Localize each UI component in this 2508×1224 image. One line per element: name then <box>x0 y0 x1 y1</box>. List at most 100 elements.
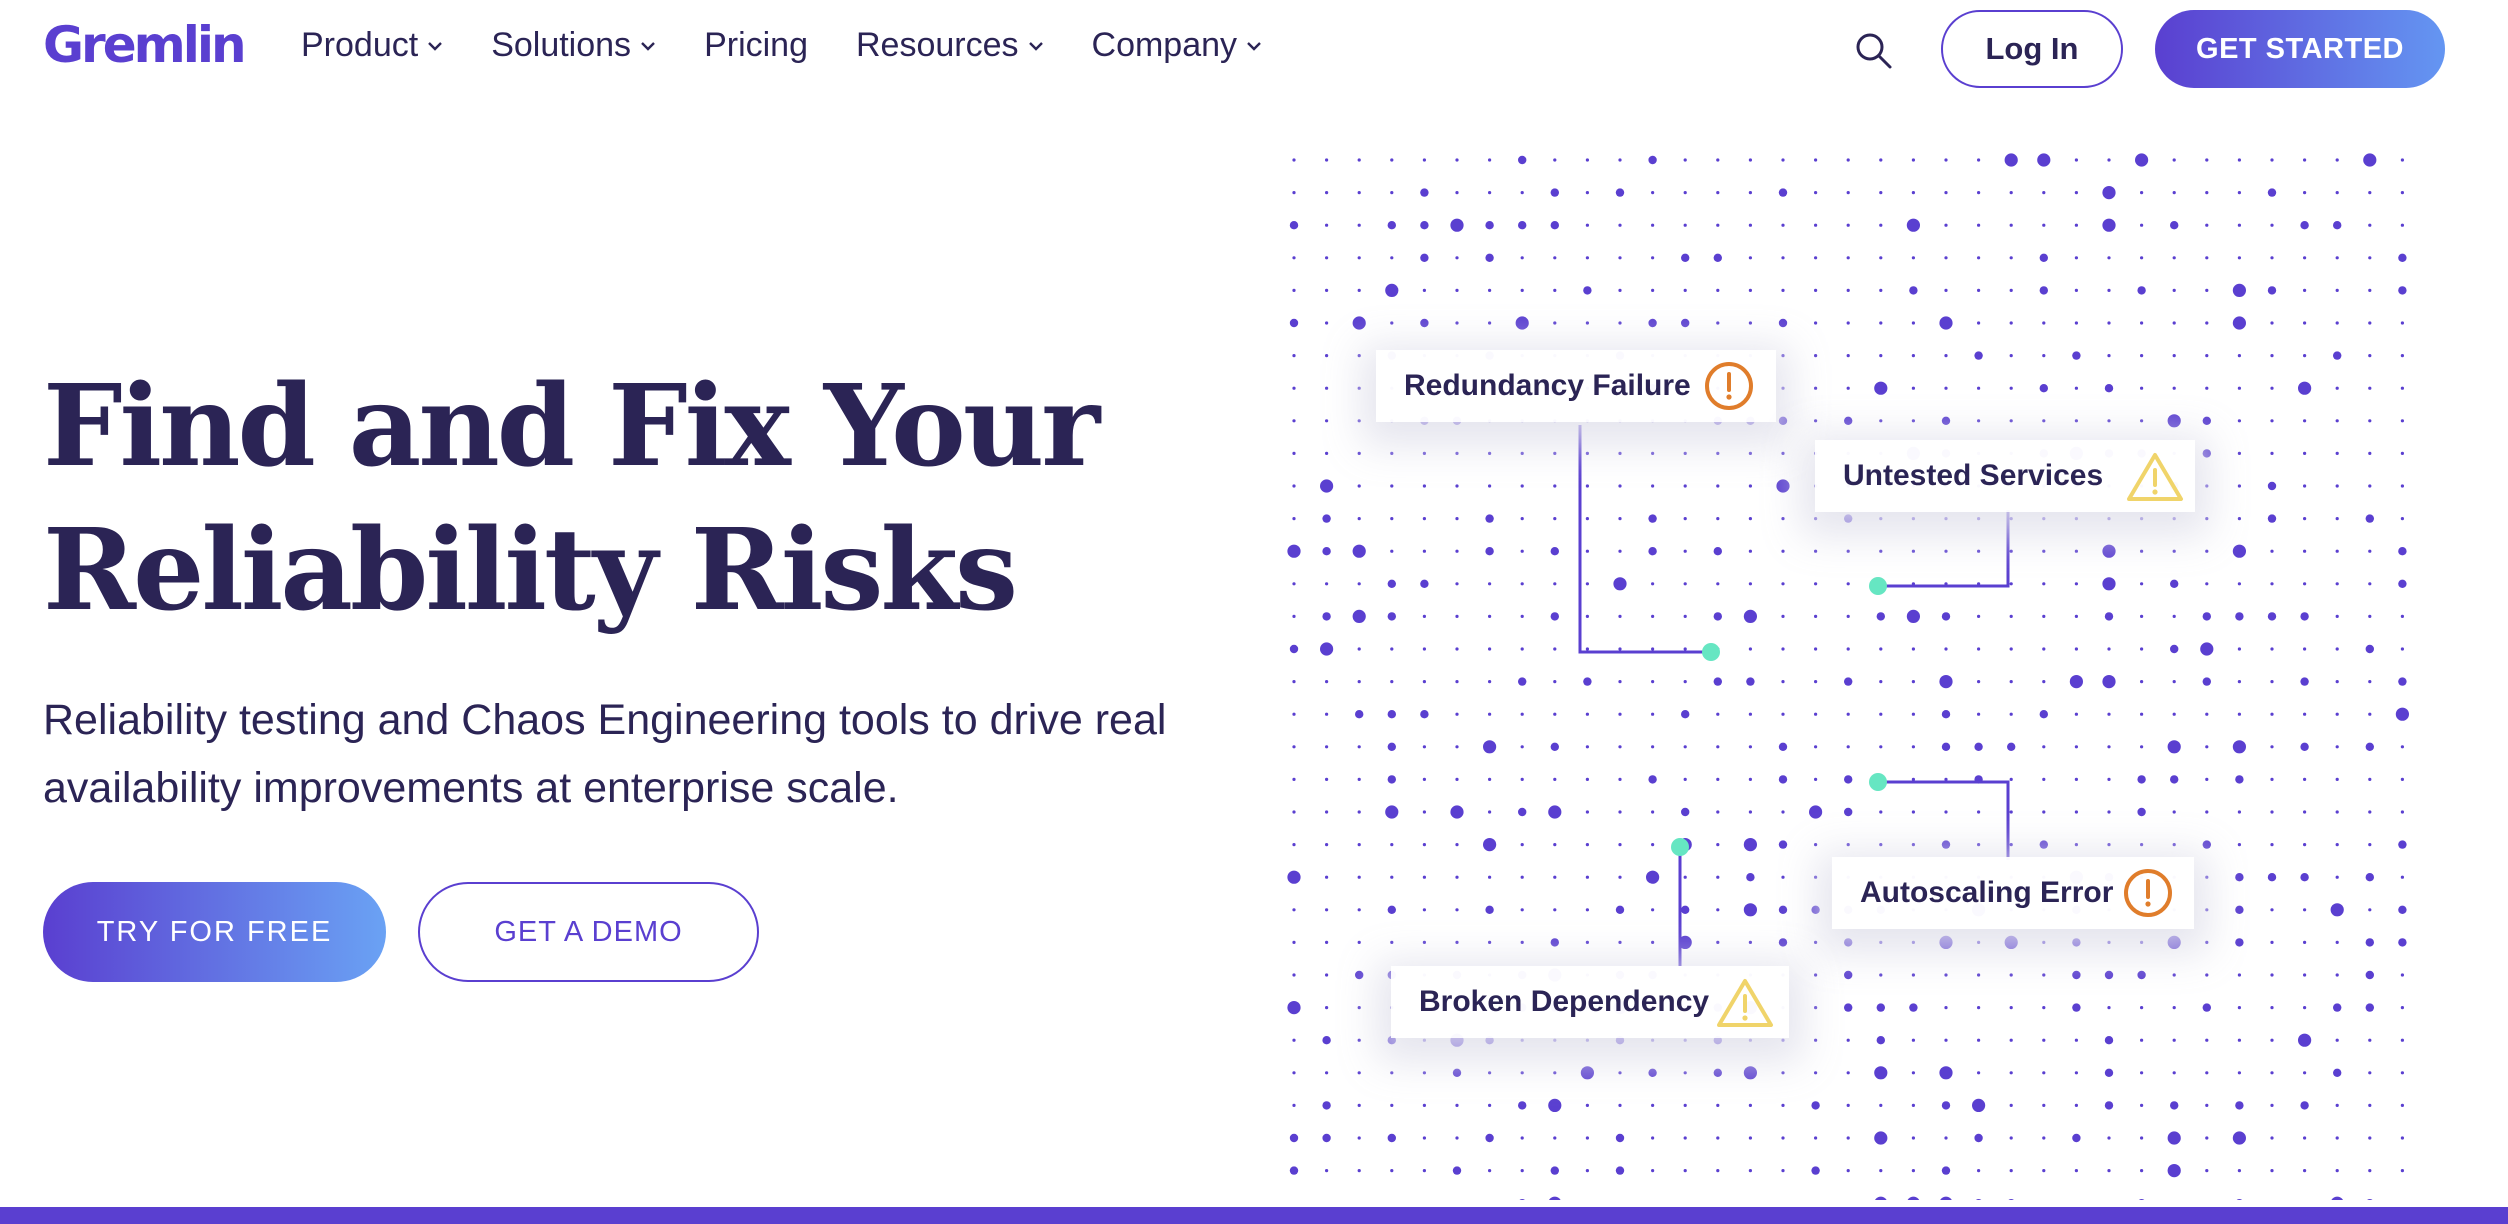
grid-dot <box>2335 614 2339 618</box>
grid-dot <box>1455 321 1459 325</box>
grid-dot <box>2300 221 2309 230</box>
grid-dot <box>2368 419 2372 423</box>
grid-dot <box>1879 712 1883 716</box>
callout-label: Untested Services <box>1843 459 2104 492</box>
grid-dot <box>1716 582 1720 586</box>
grid-dot <box>2298 381 2312 395</box>
try-for-free-button[interactable]: TRY FOR FREE <box>43 882 386 982</box>
search-icon[interactable] <box>1854 31 1894 71</box>
grid-dot <box>2140 647 2144 651</box>
grid-dot <box>1911 549 1915 553</box>
grid-dot <box>1814 940 1818 945</box>
grid-dot <box>1585 875 1589 879</box>
grid-dot <box>1357 940 1361 945</box>
grid-dot <box>1814 712 1818 716</box>
grid-dot <box>1520 1136 1524 1140</box>
grid-dot <box>2009 517 2013 521</box>
nav-item-pricing[interactable]: Pricing <box>704 26 808 65</box>
grid-dot <box>1420 710 1429 719</box>
grid-dot <box>2104 1101 2114 1110</box>
grid-dot <box>1553 158 1557 162</box>
grid-dot <box>2367 1199 2373 1200</box>
grid-dot <box>2137 807 2146 817</box>
grid-dot <box>1651 1103 1655 1107</box>
grid-dot <box>1585 582 1589 586</box>
grid-dot <box>2107 810 2111 814</box>
grid-dot <box>1944 647 1948 651</box>
grid-dot <box>2398 840 2407 849</box>
grid-dot <box>1550 221 1559 230</box>
grid-dot <box>2205 191 2209 195</box>
grid-dot <box>2368 321 2372 325</box>
grid-dot <box>1781 1169 1785 1173</box>
nav-item-product[interactable]: Product <box>301 26 443 65</box>
grid-dot <box>1292 614 1296 618</box>
grid-dot <box>2107 321 2111 325</box>
nav-item-resources[interactable]: Resources <box>856 26 1044 65</box>
grid-dot <box>2009 321 2013 325</box>
grid-dot <box>2398 286 2407 295</box>
grid-dot <box>2368 354 2372 358</box>
grid-dot <box>1939 675 1953 689</box>
grid-dot <box>1585 712 1589 716</box>
grid-dot <box>2303 777 2307 782</box>
grid-dot <box>2009 777 2013 782</box>
gremlin-logo[interactable]: Gremlin <box>43 16 247 74</box>
grid-dot <box>2335 875 2339 879</box>
grid-dot <box>1618 712 1622 716</box>
grid-dot <box>1515 316 1529 330</box>
grid-dot <box>1846 1038 1850 1042</box>
nav-item-solutions[interactable]: Solutions <box>491 26 656 65</box>
callout-label: Autoscaling Error <box>1860 876 2114 909</box>
grid-dot <box>1781 680 1785 684</box>
grid-dot <box>1385 805 1399 819</box>
grid-dot <box>1615 1133 1625 1143</box>
grid-dot <box>1716 745 1720 749</box>
grid-dot <box>1716 777 1720 782</box>
grid-dot <box>1455 777 1459 782</box>
grid-dot <box>2205 223 2209 227</box>
grid-dot <box>1683 158 1687 162</box>
grid-dot <box>2237 647 2241 651</box>
grid-dot <box>2170 221 2179 230</box>
grid-dot <box>1553 843 1557 847</box>
grid-dot <box>2335 843 2339 847</box>
grid-dot <box>2140 680 2144 684</box>
grid-dot <box>2400 875 2404 879</box>
grid-dot <box>2107 745 2111 749</box>
get-a-demo-button[interactable]: GET A DEMO <box>418 882 759 982</box>
grid-dot <box>1618 614 1622 618</box>
get-started-button[interactable]: GET STARTED <box>2155 10 2445 88</box>
grid-dot <box>2004 935 2018 950</box>
login-button[interactable]: Log In <box>1941 10 2123 88</box>
grid-dot <box>1452 1068 1462 1077</box>
grid-dot <box>1743 1066 1757 1080</box>
grid-dot <box>2368 549 2372 553</box>
nav-item-label: Company <box>1091 26 1238 64</box>
grid-dot <box>1455 451 1459 455</box>
grid-dot <box>1648 514 1657 523</box>
grid-dot <box>1618 680 1622 684</box>
grid-dot <box>1651 256 1655 260</box>
grid-dot <box>1681 807 1690 817</box>
grid-dot <box>1422 1136 1426 1140</box>
grid-dot <box>1941 742 1951 751</box>
grid-dot <box>2140 712 2144 716</box>
grid-dot <box>2205 1136 2209 1140</box>
grid-dot <box>2042 419 2046 423</box>
grid-dot <box>1743 838 1757 852</box>
grid-dot <box>1520 843 1524 847</box>
grid-dot <box>2172 386 2176 390</box>
grid-dot <box>2009 810 2013 814</box>
grid-dot <box>1683 777 1687 782</box>
nav-item-company[interactable]: Company <box>1092 26 1263 65</box>
grid-dot <box>1549 1196 1561 1200</box>
grid-dot <box>1781 451 1785 455</box>
grid-dot <box>1939 316 1953 330</box>
grid-dot <box>1814 191 1818 195</box>
grid-dot <box>2333 1003 2342 1012</box>
grid-dot <box>1748 517 1752 521</box>
grid-dot <box>2042 1136 2046 1140</box>
grid-dot <box>1553 321 1557 325</box>
grid-dot <box>1422 875 1426 879</box>
